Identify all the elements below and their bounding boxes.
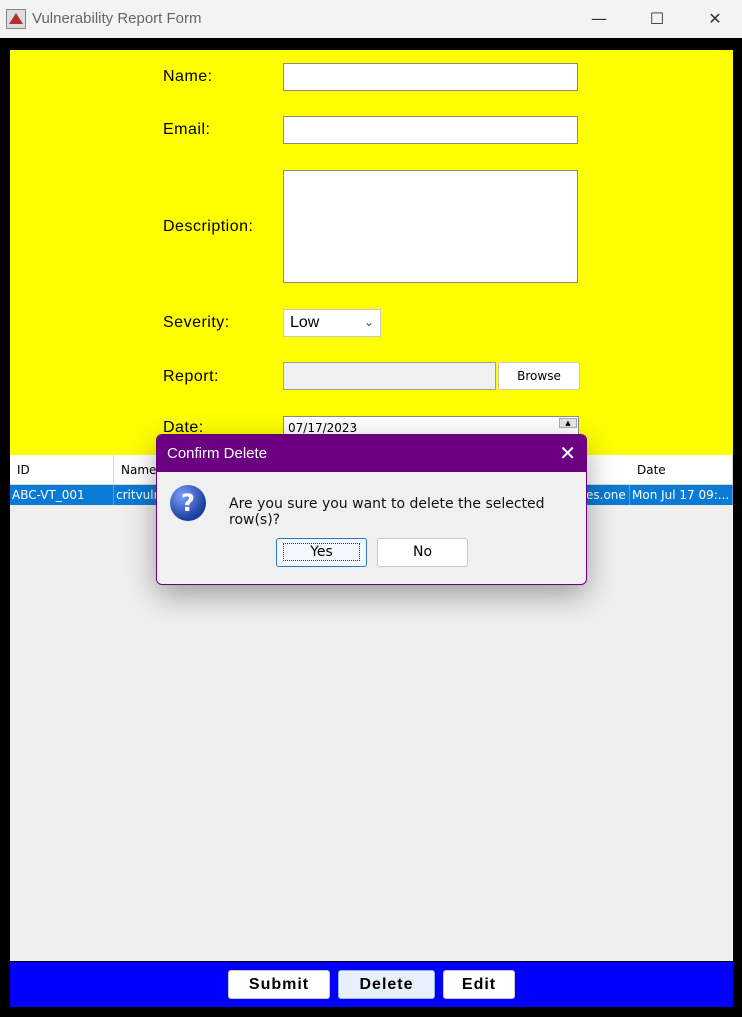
dialog-titlebar: Confirm Delete ✕ — [157, 435, 586, 472]
form-panel: Name: Email: Description: Severity: Low … — [10, 50, 733, 455]
column-header-date[interactable]: Date — [630, 455, 733, 485]
cell-email: es.one — [584, 485, 630, 505]
report-label: Report: — [163, 368, 219, 385]
name-field[interactable] — [283, 63, 578, 91]
no-button[interactable]: No — [377, 538, 468, 567]
confirm-delete-dialog: Confirm Delete ✕ ? Are you sure you want… — [156, 434, 587, 585]
dialog-message: Are you sure you want to delete the sele… — [229, 496, 545, 528]
yes-button-label: Yes — [283, 543, 360, 561]
severity-label: Severity: — [163, 314, 230, 331]
name-label: Name: — [163, 68, 213, 85]
chevron-down-icon: ⌄ — [363, 315, 374, 329]
question-icon: ? — [170, 485, 206, 521]
delete-button[interactable]: Delete — [338, 970, 435, 999]
app-icon — [6, 9, 26, 29]
email-label: Email: — [163, 121, 211, 138]
browse-button[interactable]: Browse — [498, 362, 580, 390]
severity-select[interactable]: Low ⌄ — [283, 309, 381, 337]
column-header-id[interactable]: ID — [10, 455, 114, 485]
dialog-close-icon[interactable]: ✕ — [559, 441, 576, 465]
window-titlebar: Vulnerability Report Form — ☐ ✕ — [0, 0, 742, 38]
minimize-button[interactable]: — — [576, 4, 622, 34]
date-value: 07/17/2023 — [288, 421, 358, 435]
cell-id: ABC-VT_001 — [10, 485, 114, 505]
description-label: Description: — [163, 218, 254, 235]
date-spin-up-button[interactable]: ▲ — [559, 418, 577, 428]
window-title: Vulnerability Report Form — [32, 10, 202, 27]
email-field[interactable] — [283, 116, 578, 144]
dialog-title: Confirm Delete — [167, 445, 268, 462]
submit-button[interactable]: Submit — [228, 970, 330, 999]
action-bar: Submit Delete Edit — [10, 962, 733, 1007]
maximize-button[interactable]: ☐ — [634, 4, 680, 34]
severity-value: Low — [290, 314, 320, 331]
description-field[interactable] — [283, 170, 578, 283]
edit-button[interactable]: Edit — [443, 970, 515, 999]
close-button[interactable]: ✕ — [692, 4, 738, 34]
cell-date: Mon Jul 17 09:... — [630, 485, 733, 505]
yes-button[interactable]: Yes — [276, 538, 367, 567]
report-path-field[interactable] — [283, 362, 496, 390]
